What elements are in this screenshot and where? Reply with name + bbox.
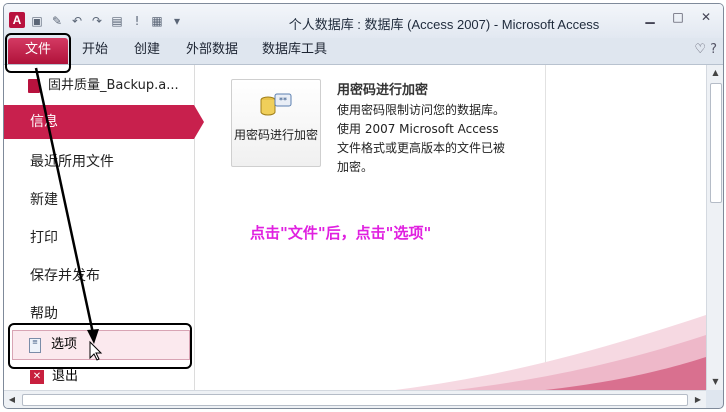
nav-item-label: 保存并发布 bbox=[30, 268, 100, 284]
tab-external-data[interactable]: 外部数据 bbox=[186, 38, 238, 64]
nav-item-new[interactable]: 新建 bbox=[4, 183, 194, 217]
title-bar: A ▣ ✎ ↶ ↷ ▤ ! ▦ ▾ 个人数据库 : 数据库 (Access 20… bbox=[4, 4, 723, 38]
minimize-icon[interactable]: ▁ bbox=[637, 8, 663, 26]
vertical-scroll-thumb[interactable] bbox=[710, 83, 722, 203]
customize-icon[interactable]: ▾ bbox=[168, 12, 186, 30]
print-icon[interactable]: ▤ bbox=[108, 12, 126, 30]
file-tab-highlight bbox=[5, 33, 71, 73]
decorative-swoosh bbox=[395, 315, 706, 390]
nav-item-label: 最近所用文件 bbox=[30, 154, 114, 170]
scroll-left-icon[interactable]: ◀ bbox=[4, 391, 20, 408]
nav-item-print[interactable]: 打印 bbox=[4, 221, 194, 255]
svg-text:**: ** bbox=[279, 96, 287, 105]
exit-icon: ✕ bbox=[30, 370, 44, 384]
edit-icon[interactable]: ✎ bbox=[48, 12, 66, 30]
horizontal-scrollbar[interactable]: ◀ ▶ bbox=[4, 390, 706, 408]
section-description: 使用密码限制访问您的数据库。使用 2007 Microsoft Access 文… bbox=[337, 103, 506, 174]
nav-item-save-publish[interactable]: 保存并发布 bbox=[4, 259, 194, 293]
ribbon-tabs: 文件 开始 创建 外部数据 数据库工具 ♡ ? bbox=[4, 38, 723, 65]
nav-item-label: 新建 bbox=[30, 192, 58, 208]
access-file-icon bbox=[28, 79, 40, 93]
close-icon[interactable]: ✕ bbox=[693, 8, 719, 26]
help-icon[interactable]: ♡ ? bbox=[694, 42, 717, 57]
table-icon[interactable]: ▦ bbox=[148, 12, 166, 30]
recent-file-item[interactable]: 固井质量_Backup.a... bbox=[4, 75, 194, 97]
database-key-icon: ** bbox=[260, 93, 292, 116]
section-title: 用密码进行加密 bbox=[337, 83, 429, 98]
scroll-up-icon[interactable]: ▲ bbox=[707, 65, 723, 81]
save-icon[interactable]: ▣ bbox=[28, 12, 46, 30]
horizontal-scroll-thumb[interactable] bbox=[22, 394, 688, 406]
undo-icon[interactable]: ↶ bbox=[68, 12, 86, 30]
tab-create[interactable]: 创建 bbox=[134, 38, 160, 64]
encrypt-with-password-button[interactable]: ** 用密码进行加密 bbox=[231, 79, 321, 167]
run-icon[interactable]: ! bbox=[128, 12, 146, 30]
recent-file-label: 固井质量_Backup.a... bbox=[48, 78, 179, 93]
access-app-icon[interactable]: A bbox=[9, 12, 25, 28]
tab-database-tools[interactable]: 数据库工具 bbox=[262, 38, 327, 64]
quick-access-toolbar: ▣ ✎ ↶ ↷ ▤ ! ▦ ▾ bbox=[28, 12, 186, 30]
tab-home[interactable]: 开始 bbox=[82, 38, 108, 64]
encrypt-button-label: 用密码进行加密 bbox=[233, 128, 318, 142]
window-controls: ▁ □ ✕ bbox=[637, 8, 719, 26]
nav-item-label: 信息 bbox=[30, 114, 58, 130]
scroll-right-icon[interactable]: ▶ bbox=[690, 391, 706, 408]
nav-item-info[interactable]: 信息 bbox=[4, 105, 204, 139]
nav-item-recent[interactable]: 最近所用文件 bbox=[4, 145, 194, 179]
window-title: 个人数据库 : 数据库 (Access 2007) - Microsoft Ac… bbox=[288, 17, 600, 32]
options-highlight bbox=[8, 323, 192, 369]
redo-icon[interactable]: ↷ bbox=[88, 12, 106, 30]
vertical-scrollbar[interactable]: ▲ ▼ bbox=[706, 65, 723, 390]
nav-item-label: 打印 bbox=[30, 230, 58, 246]
tutorial-annotation: 点击"文件"后，点击"选项" bbox=[250, 224, 432, 242]
maximize-icon[interactable]: □ bbox=[665, 8, 691, 26]
scroll-down-icon[interactable]: ▼ bbox=[707, 374, 723, 390]
